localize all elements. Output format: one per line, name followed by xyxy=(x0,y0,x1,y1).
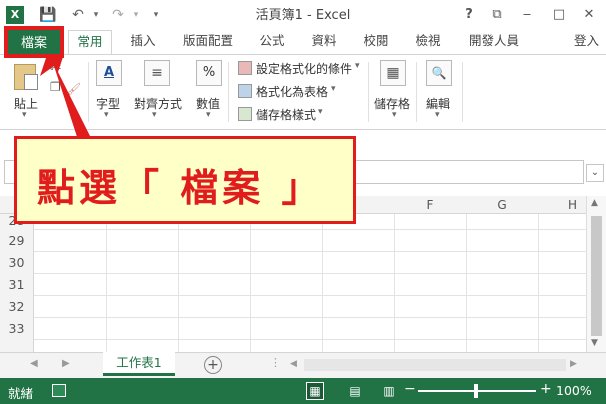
callout-arrow-shape xyxy=(40,54,92,146)
callout-box: 點選「 檔案 」 xyxy=(14,136,356,224)
callout-text: 點選「 檔案 」 xyxy=(37,166,324,210)
